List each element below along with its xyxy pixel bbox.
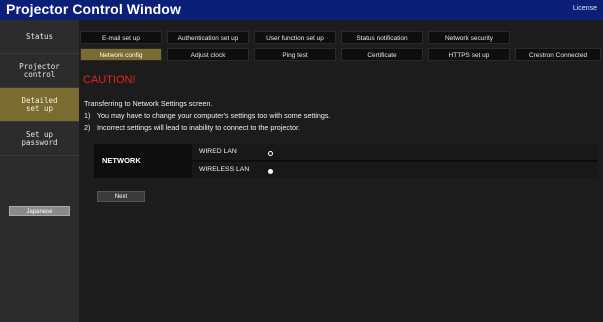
- title-bar: Projector Control Window License: [0, 0, 603, 20]
- note-1: 1) You may have to change your computer'…: [84, 111, 331, 120]
- intro-text: Transferring to Network Settings screen.: [84, 99, 213, 108]
- tab-https-set-up[interactable]: HTTPS set up: [428, 48, 510, 61]
- next-button[interactable]: Next: [97, 191, 145, 202]
- sidebar-item-detailed-set-up[interactable]: Detailed set up: [0, 88, 79, 122]
- license-link[interactable]: License: [573, 5, 597, 12]
- note-1-number: 1): [84, 111, 91, 120]
- caution-heading: CAUTION!: [83, 74, 136, 86]
- tab-network-security[interactable]: Network security: [428, 31, 510, 44]
- note-2-text: Incorrect settings will lead to inabilit…: [97, 123, 300, 132]
- wired-lan-row: [192, 144, 598, 160]
- wired-lan-radio[interactable]: [268, 151, 273, 156]
- tab-status-notification[interactable]: Status notification: [341, 31, 423, 44]
- sidebar-item-set-up-password[interactable]: Set up password: [0, 122, 79, 156]
- network-table: NETWORK WIRED LAN WIRELESS LAN: [94, 144, 598, 178]
- wireless-lan-row: [192, 162, 598, 178]
- tab-email-set-up[interactable]: E-mail set up: [80, 31, 162, 44]
- tab-user-function-set-up[interactable]: User function set up: [254, 31, 336, 44]
- note-2-number: 2): [84, 123, 91, 132]
- note-1-text: You may have to change your computer's s…: [96, 111, 331, 120]
- note-2: 2) Incorrect settings will lead to inabi…: [84, 123, 300, 132]
- tab-authentication-set-up[interactable]: Authentication set up: [167, 31, 249, 44]
- wireless-lan-radio[interactable]: [268, 169, 273, 174]
- wired-lan-label: WIRED LAN: [199, 148, 237, 155]
- tab-ping-test[interactable]: Ping test: [254, 48, 336, 61]
- tab-crestron-connected[interactable]: Crestron Connected: [515, 48, 601, 61]
- tab-network-config[interactable]: Network config: [80, 48, 162, 61]
- page-title: Projector Control Window: [6, 1, 181, 17]
- wireless-lan-label: WIRELESS LAN: [199, 166, 250, 173]
- tab-certificate[interactable]: Certificate: [341, 48, 423, 61]
- sidebar-item-projector-control[interactable]: Projector control: [0, 54, 79, 88]
- tab-adjust-clock[interactable]: Adjust clock: [167, 48, 249, 61]
- language-button[interactable]: Japanese: [9, 206, 70, 216]
- main-panel: E-mail set up Authentication set up User…: [79, 20, 603, 322]
- sidebar: Status Projector control Detailed set up…: [0, 20, 79, 322]
- sidebar-item-status[interactable]: Status: [0, 20, 79, 54]
- network-label: NETWORK: [102, 156, 141, 165]
